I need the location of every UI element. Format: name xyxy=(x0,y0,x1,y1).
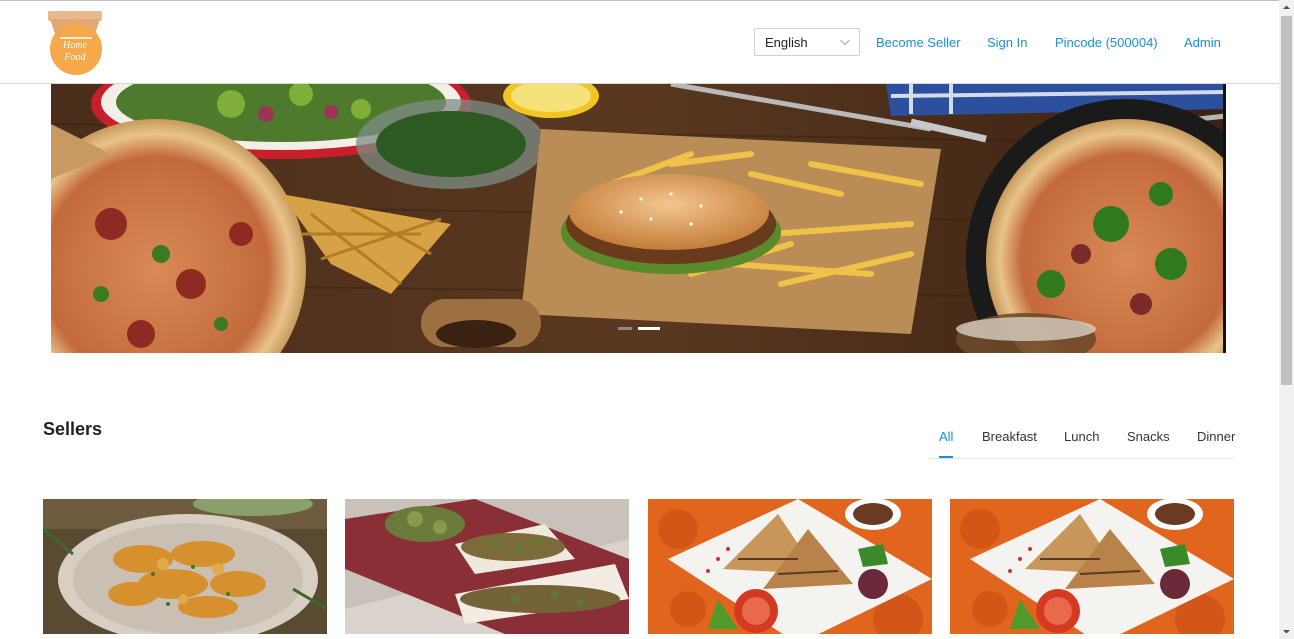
carousel-dot-1[interactable] xyxy=(618,327,632,330)
tab-lunch[interactable]: Lunch xyxy=(1064,429,1099,444)
svg-text:Home: Home xyxy=(62,40,87,51)
chevron-down-icon xyxy=(840,39,850,46)
scroll-down-arrow-icon[interactable] xyxy=(1282,627,1291,636)
seller-card-image xyxy=(950,499,1234,634)
vertical-scrollbar[interactable] xyxy=(1279,0,1294,639)
scroll-up-arrow-icon[interactable] xyxy=(1282,3,1291,12)
carousel-dot-2-active[interactable] xyxy=(638,327,660,330)
tab-breakfast[interactable]: Breakfast xyxy=(982,429,1037,444)
sign-in-link[interactable]: Sign In xyxy=(987,35,1027,50)
home-food-logo[interactable]: Home Food xyxy=(46,11,104,75)
become-seller-link[interactable]: Become Seller xyxy=(876,35,961,50)
seller-card-image xyxy=(345,499,629,634)
svg-text:Food: Food xyxy=(63,52,86,63)
tab-snacks[interactable]: Snacks xyxy=(1127,429,1170,444)
tab-dinner[interactable]: Dinner xyxy=(1197,429,1235,444)
active-tab-indicator xyxy=(939,456,953,458)
hero-food-image xyxy=(51,84,1226,353)
seller-card[interactable] xyxy=(43,499,327,634)
tab-all[interactable]: All xyxy=(939,429,953,444)
site-header: Home Food English Become Seller Sign In … xyxy=(0,1,1279,84)
language-select[interactable]: English xyxy=(754,28,860,56)
scrollbar-thumb[interactable] xyxy=(1281,16,1292,385)
admin-link[interactable]: Admin xyxy=(1184,35,1221,50)
section-title: Sellers xyxy=(43,419,103,439)
seller-card[interactable] xyxy=(950,499,1234,634)
pincode-link[interactable]: Pincode (500004) xyxy=(1055,35,1158,50)
seller-card[interactable] xyxy=(648,499,932,634)
category-tabs: All Breakfast Lunch Snacks Dinner xyxy=(929,422,1235,459)
seller-card[interactable] xyxy=(345,499,629,634)
seller-card-image xyxy=(648,499,932,634)
language-select-value: English xyxy=(765,35,808,50)
hero-carousel[interactable] xyxy=(51,84,1226,353)
seller-card-image xyxy=(43,499,327,634)
